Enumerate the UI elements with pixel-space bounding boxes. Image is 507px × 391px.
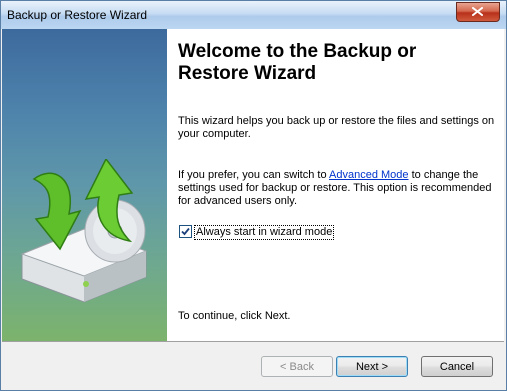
close-button[interactable] — [456, 2, 500, 22]
footer-divider — [2, 341, 504, 342]
wizard-mode-checkbox-label[interactable]: Always start in wizard mode — [194, 225, 335, 240]
wizard-window: Backup or Restore Wizard Welcome to the … — [0, 0, 507, 391]
drive-led — [83, 281, 89, 287]
next-button[interactable]: Next > — [336, 356, 408, 377]
title-bar[interactable]: Backup or Restore Wizard — [1, 1, 506, 29]
backup-drive-icon — [20, 159, 148, 303]
continue-instruction: To continue, click Next. — [178, 310, 291, 322]
side-banner — [2, 29, 167, 341]
advanced-mode-text: If you prefer, you can switch to Advance… — [178, 169, 496, 208]
advanced-mode-text-before: If you prefer, you can switch to — [178, 169, 330, 181]
cancel-button[interactable]: Cancel — [421, 356, 493, 377]
intro-text: This wizard helps you back up or restore… — [178, 115, 495, 140]
wizard-content: Welcome to the Backup or Restore Wizard … — [2, 29, 504, 341]
window-title: Backup or Restore Wizard — [7, 8, 148, 22]
wizard-mode-checkbox[interactable] — [179, 225, 192, 238]
page-title: Welcome to the Backup or Restore Wizard — [178, 41, 417, 84]
checkmark-icon — [181, 227, 190, 236]
close-icon — [472, 7, 483, 16]
advanced-mode-link[interactable]: Advanced Mode — [329, 169, 409, 181]
back-button[interactable]: < Back — [261, 356, 333, 377]
